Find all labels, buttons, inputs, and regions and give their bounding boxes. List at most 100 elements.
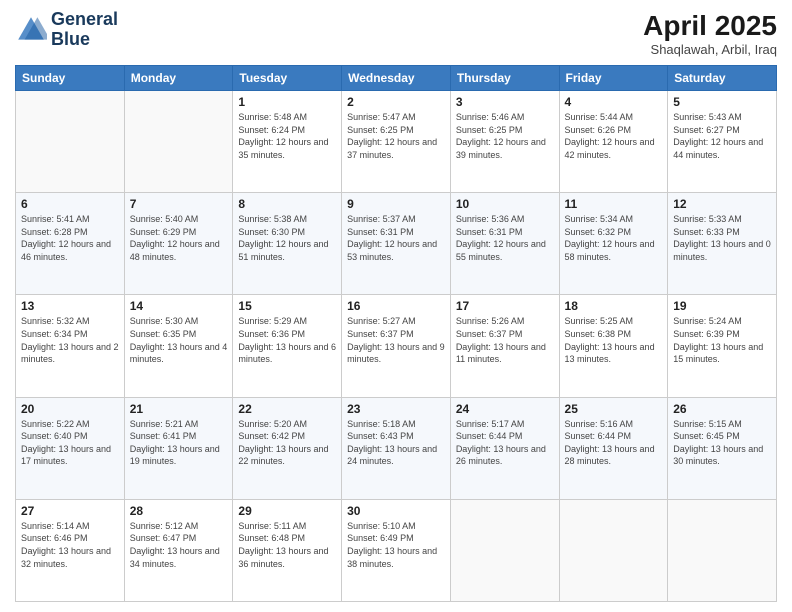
calendar-week-row: 13 Sunrise: 5:32 AMSunset: 6:34 PMDayligh…: [16, 295, 777, 397]
calendar-cell: 23Sunrise: 5:18 AMSunset: 6:43 PMDayligh…: [342, 397, 451, 499]
calendar-cell: 25 Sunrise: 5:16 AMSunset: 6:44 PMDayligh…: [559, 397, 668, 499]
calendar-cell: [124, 91, 233, 193]
calendar-cell: 10 Sunrise: 5:36 AMSunset: 6:31 PMDayligh…: [450, 193, 559, 295]
day-number: 5: [673, 95, 771, 109]
calendar-week-row: 6 Sunrise: 5:41 AMSunset: 6:28 PMDaylight…: [16, 193, 777, 295]
calendar-table: SundayMondayTuesdayWednesdayThursdayFrid…: [15, 65, 777, 602]
main-title: April 2025: [643, 10, 777, 42]
day-info: Sunrise: 5:18 AMSunset: 6:43 PMDaylight:…: [347, 418, 445, 468]
day-info: Sunrise: 5:22 AMSunset: 6:40 PMDaylight:…: [21, 418, 119, 468]
calendar-cell: 13 Sunrise: 5:32 AMSunset: 6:34 PMDayligh…: [16, 295, 125, 397]
day-info: Sunrise: 5:11 AMSunset: 6:48 PMDaylight:…: [238, 520, 336, 570]
header: General Blue April 2025 Shaqlawah, Arbil…: [15, 10, 777, 57]
subtitle: Shaqlawah, Arbil, Iraq: [643, 42, 777, 57]
day-info: Sunrise: 5:21 AMSunset: 6:41 PMDaylight:…: [130, 418, 228, 468]
calendar-cell: 1 Sunrise: 5:48 AMSunset: 6:24 PMDaylight…: [233, 91, 342, 193]
calendar-cell: 17 Sunrise: 5:26 AMSunset: 6:37 PMDayligh…: [450, 295, 559, 397]
day-number: 30: [347, 504, 445, 518]
weekday-header: Monday: [124, 66, 233, 91]
day-number: 4: [565, 95, 663, 109]
weekday-header: Sunday: [16, 66, 125, 91]
day-number: 29: [238, 504, 336, 518]
day-info: Sunrise: 5:15 AMSunset: 6:45 PMDaylight:…: [673, 418, 771, 468]
day-number: 16: [347, 299, 445, 313]
title-block: April 2025 Shaqlawah, Arbil, Iraq: [643, 10, 777, 57]
day-info: Sunrise: 5:25 AMSunset: 6:38 PMDaylight:…: [565, 315, 663, 365]
day-number: 20: [21, 402, 119, 416]
day-number: 8: [238, 197, 336, 211]
calendar-cell: 22 Sunrise: 5:20 AMSunset: 6:42 PMDayligh…: [233, 397, 342, 499]
day-number: 14: [130, 299, 228, 313]
day-number: 10: [456, 197, 554, 211]
calendar-cell: 19 Sunrise: 5:24 AMSunset: 6:39 PMDayligh…: [668, 295, 777, 397]
day-info: Sunrise: 5:20 AMSunset: 6:42 PMDaylight:…: [238, 418, 336, 468]
day-info: Sunrise: 5:26 AMSunset: 6:37 PMDaylight:…: [456, 315, 554, 365]
day-info: Sunrise: 5:29 AMSunset: 6:36 PMDaylight:…: [238, 315, 336, 365]
day-info: Sunrise: 5:36 AMSunset: 6:31 PMDaylight:…: [456, 213, 554, 263]
day-info: Sunrise: 5:34 AMSunset: 6:32 PMDaylight:…: [565, 213, 663, 263]
calendar-cell: [559, 499, 668, 601]
day-number: 6: [21, 197, 119, 211]
day-info: Sunrise: 5:27 AMSunset: 6:37 PMDaylight:…: [347, 315, 445, 365]
weekday-header: Wednesday: [342, 66, 451, 91]
calendar-cell: 2Sunrise: 5:47 AMSunset: 6:25 PMDaylight…: [342, 91, 451, 193]
day-number: 1: [238, 95, 336, 109]
calendar-cell: 5Sunrise: 5:43 AMSunset: 6:27 PMDaylight…: [668, 91, 777, 193]
calendar-cell: [450, 499, 559, 601]
calendar-cell: 24 Sunrise: 5:17 AMSunset: 6:44 PMDayligh…: [450, 397, 559, 499]
calendar-cell: 28Sunrise: 5:12 AMSunset: 6:47 PMDayligh…: [124, 499, 233, 601]
weekday-header: Thursday: [450, 66, 559, 91]
day-info: Sunrise: 5:38 AMSunset: 6:30 PMDaylight:…: [238, 213, 336, 263]
day-info: Sunrise: 5:41 AMSunset: 6:28 PMDaylight:…: [21, 213, 119, 263]
calendar-cell: 3Sunrise: 5:46 AMSunset: 6:25 PMDaylight…: [450, 91, 559, 193]
calendar-cell: 18 Sunrise: 5:25 AMSunset: 6:38 PMDayligh…: [559, 295, 668, 397]
calendar-cell: 15 Sunrise: 5:29 AMSunset: 6:36 PMDayligh…: [233, 295, 342, 397]
day-number: 26: [673, 402, 771, 416]
calendar-header-row: SundayMondayTuesdayWednesdayThursdayFrid…: [16, 66, 777, 91]
weekday-header: Saturday: [668, 66, 777, 91]
day-info: Sunrise: 5:37 AMSunset: 6:31 PMDaylight:…: [347, 213, 445, 263]
logo: General Blue: [15, 10, 118, 50]
calendar-cell: 12 Sunrise: 5:33 AMSunset: 6:33 PMDayligh…: [668, 193, 777, 295]
day-number: 18: [565, 299, 663, 313]
day-number: 12: [673, 197, 771, 211]
calendar-cell: [16, 91, 125, 193]
calendar-cell: 16 Sunrise: 5:27 AMSunset: 6:37 PMDayligh…: [342, 295, 451, 397]
day-number: 7: [130, 197, 228, 211]
day-info: Sunrise: 5:17 AMSunset: 6:44 PMDaylight:…: [456, 418, 554, 468]
calendar-cell: 11Sunrise: 5:34 AMSunset: 6:32 PMDayligh…: [559, 193, 668, 295]
day-info: Sunrise: 5:48 AMSunset: 6:24 PMDaylight:…: [238, 111, 336, 161]
day-number: 9: [347, 197, 445, 211]
day-number: 13: [21, 299, 119, 313]
calendar-cell: 26 Sunrise: 5:15 AMSunset: 6:45 PMDayligh…: [668, 397, 777, 499]
day-number: 15: [238, 299, 336, 313]
day-number: 21: [130, 402, 228, 416]
day-number: 17: [456, 299, 554, 313]
day-info: Sunrise: 5:16 AMSunset: 6:44 PMDaylight:…: [565, 418, 663, 468]
day-info: Sunrise: 5:47 AMSunset: 6:25 PMDaylight:…: [347, 111, 445, 161]
day-number: 24: [456, 402, 554, 416]
calendar-week-row: 27Sunrise: 5:14 AMSunset: 6:46 PMDayligh…: [16, 499, 777, 601]
logo-text: General Blue: [51, 10, 118, 50]
day-number: 28: [130, 504, 228, 518]
day-info: Sunrise: 5:24 AMSunset: 6:39 PMDaylight:…: [673, 315, 771, 365]
calendar-cell: 29 Sunrise: 5:11 AMSunset: 6:48 PMDayligh…: [233, 499, 342, 601]
weekday-header: Friday: [559, 66, 668, 91]
day-info: Sunrise: 5:44 AMSunset: 6:26 PMDaylight:…: [565, 111, 663, 161]
day-info: Sunrise: 5:14 AMSunset: 6:46 PMDaylight:…: [21, 520, 119, 570]
calendar-cell: 8 Sunrise: 5:38 AMSunset: 6:30 PMDaylight…: [233, 193, 342, 295]
day-info: Sunrise: 5:10 AMSunset: 6:49 PMDaylight:…: [347, 520, 445, 570]
logo-icon: [15, 14, 47, 46]
day-number: 25: [565, 402, 663, 416]
logo-line2: Blue: [51, 30, 118, 50]
calendar-cell: 9 Sunrise: 5:37 AMSunset: 6:31 PMDaylight…: [342, 193, 451, 295]
day-number: 19: [673, 299, 771, 313]
day-number: 22: [238, 402, 336, 416]
calendar-cell: 4 Sunrise: 5:44 AMSunset: 6:26 PMDaylight…: [559, 91, 668, 193]
calendar-cell: 14 Sunrise: 5:30 AMSunset: 6:35 PMDayligh…: [124, 295, 233, 397]
calendar-cell: 27Sunrise: 5:14 AMSunset: 6:46 PMDayligh…: [16, 499, 125, 601]
day-info: Sunrise: 5:33 AMSunset: 6:33 PMDaylight:…: [673, 213, 771, 263]
day-info: Sunrise: 5:32 AMSunset: 6:34 PMDaylight:…: [21, 315, 119, 365]
day-info: Sunrise: 5:46 AMSunset: 6:25 PMDaylight:…: [456, 111, 554, 161]
day-info: Sunrise: 5:30 AMSunset: 6:35 PMDaylight:…: [130, 315, 228, 365]
